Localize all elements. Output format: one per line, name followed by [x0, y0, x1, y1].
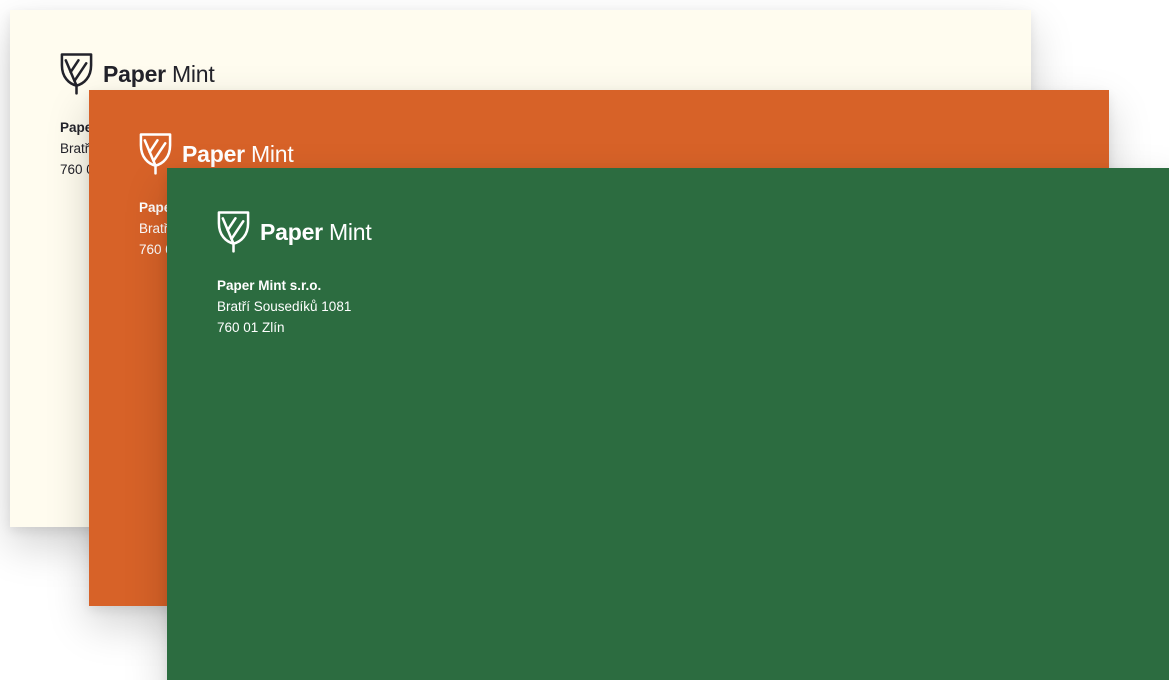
envelope-stack: PaperMint Paper Mint s.r.o. Bratří Souse… [0, 0, 1169, 680]
brand-name-bold: Paper [260, 218, 323, 245]
leaf-icon [59, 51, 94, 95]
brand-wordmark: Paper Mint [182, 140, 294, 167]
brand-logo: Paper Mint [216, 209, 372, 253]
envelope-green: Paper Mint Paper Mint s.r.o. Bratří Souse… [167, 168, 1169, 680]
sender-address: Paper Mint s.r.o. Bratří Sousedíků 1081 … [217, 275, 351, 338]
brand-name-light: Mint [250, 140, 294, 167]
brand-name-bold: Paper [182, 140, 245, 167]
street-line: Bratří Sousedíků 1081 [217, 299, 352, 314]
company-name: Paper Mint s.r.o. [217, 278, 322, 293]
city-line: 760 01 Zlín [217, 320, 285, 335]
brand-name-light: Mint [171, 60, 215, 87]
brand-wordmark: Paper Mint [103, 60, 215, 87]
brand-logo: Paper Mint [59, 51, 215, 95]
brand-wordmark: Paper Mint [260, 218, 372, 245]
brand-name-light: Mint [328, 218, 372, 245]
leaf-icon [216, 209, 251, 253]
brand-name-bold: Paper [103, 60, 166, 87]
